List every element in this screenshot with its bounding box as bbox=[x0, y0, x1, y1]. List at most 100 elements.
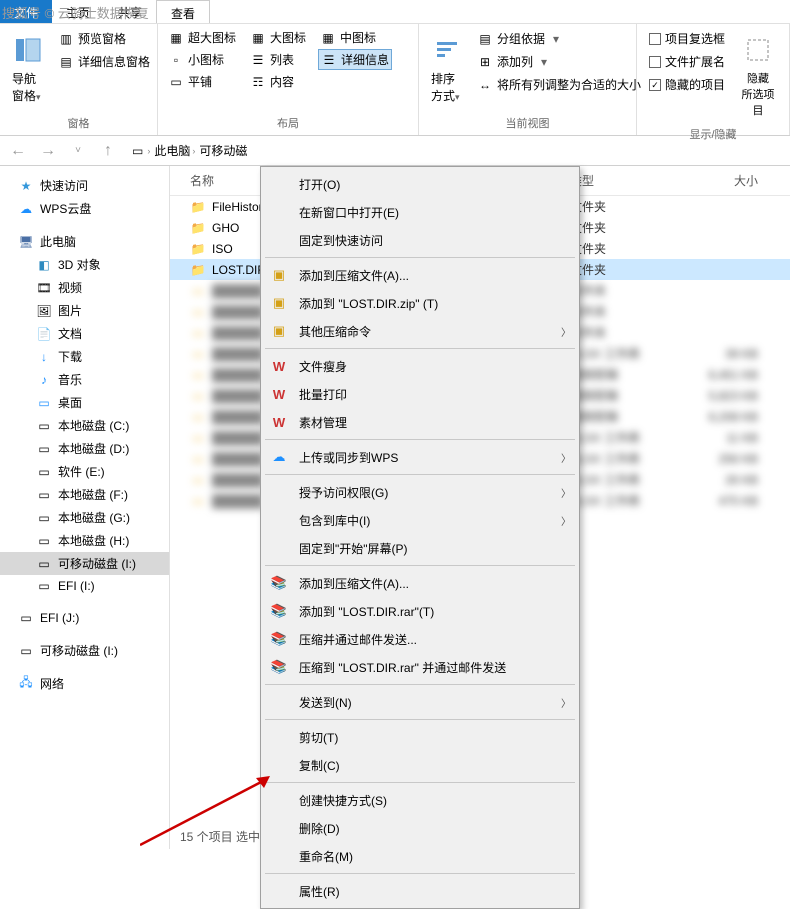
col-type[interactable]: 类型 bbox=[570, 172, 690, 189]
details-pane-icon: ▤ bbox=[58, 54, 74, 70]
cm-compress-mail[interactable]: 📚压缩并通过邮件发送... bbox=[263, 625, 577, 653]
sidebar-pictures[interactable]: 🖼图片 bbox=[0, 299, 169, 322]
cm-shortcut[interactable]: 创建快捷方式(S) bbox=[263, 786, 577, 814]
layout-details[interactable]: ☰详细信息 bbox=[318, 49, 392, 70]
sidebar-disk-d[interactable]: ▭本地磁盘 (D:) bbox=[0, 437, 169, 460]
sidebar-3d[interactable]: ◧3D 对象 bbox=[0, 253, 169, 276]
addr-thispc[interactable]: 此电脑› bbox=[154, 142, 195, 159]
sidebar-documents[interactable]: 📄文档 bbox=[0, 322, 169, 345]
item-checkbox-toggle[interactable]: 项目复选框 bbox=[645, 28, 729, 49]
file-type: 文件夹 bbox=[570, 324, 690, 341]
sidebar-disk-f[interactable]: ▭本地磁盘 (F:) bbox=[0, 483, 169, 506]
cm-file-slim[interactable]: W文件瘦身 bbox=[263, 352, 577, 380]
tab-file[interactable]: 文件 bbox=[0, 0, 52, 23]
file-type: 视频剪辑 bbox=[570, 408, 690, 425]
cm-upload-wps[interactable]: ☁上传或同步到WPS〉 bbox=[263, 443, 577, 471]
forward-button[interactable]: → bbox=[36, 139, 60, 163]
sidebar-desktop[interactable]: ▭桌面 bbox=[0, 391, 169, 414]
sidebar-removable-i2[interactable]: ▭可移动磁盘 (I:) bbox=[0, 639, 169, 662]
folder-icon: ▭ bbox=[190, 325, 206, 341]
layout-lg[interactable]: ▦大图标 bbox=[248, 28, 308, 47]
sidebar-wps[interactable]: ☁WPS云盘 bbox=[0, 197, 169, 220]
preview-pane-button[interactable]: ▥ 预览窗格 bbox=[54, 28, 154, 49]
preview-pane-icon: ▥ bbox=[58, 31, 74, 47]
sidebar-network[interactable]: 🖧网络 bbox=[0, 672, 169, 695]
sidebar-quick[interactable]: ★快速访问 bbox=[0, 174, 169, 197]
cm-include-lib[interactable]: 包含到库中(I)〉 bbox=[263, 506, 577, 534]
file-type: 文件夹 bbox=[570, 282, 690, 299]
file-type: XLSX 工作表 bbox=[570, 450, 690, 467]
hidden-items-toggle[interactable]: 隐藏的项目 bbox=[645, 74, 729, 95]
layout-content[interactable]: ☶内容 bbox=[248, 72, 308, 91]
music-icon: ♪ bbox=[36, 372, 52, 388]
cm-compress-rar-mail[interactable]: 📚压缩到 "LOST.DIR.rar" 并通过邮件发送 bbox=[263, 653, 577, 681]
sidebar-thispc[interactable]: 🖥此电脑 bbox=[0, 230, 169, 253]
cm-copy[interactable]: 复制(C) bbox=[263, 751, 577, 779]
back-button[interactable]: ← bbox=[6, 139, 30, 163]
cm-material-mgmt[interactable]: W素材管理 bbox=[263, 408, 577, 436]
cm-grant-access[interactable]: 授予访问权限(G)〉 bbox=[263, 478, 577, 506]
cm-pin-quick[interactable]: 固定到快速访问 bbox=[263, 226, 577, 254]
cm-cut[interactable]: 剪切(T) bbox=[263, 723, 577, 751]
addr-removable[interactable]: 可移动磁 bbox=[199, 142, 247, 159]
group-by-button[interactable]: ▤分组依据▾ bbox=[473, 28, 645, 49]
file-name: ██████ bbox=[212, 389, 263, 403]
sort-button[interactable]: 排序方式 bbox=[427, 28, 467, 110]
video-icon: 🎞 bbox=[36, 280, 52, 296]
cm-add-archive2[interactable]: 📚添加到压缩文件(A)... bbox=[263, 569, 577, 597]
drive-icon: ▭ bbox=[36, 510, 52, 526]
sidebar-music[interactable]: ♪音乐 bbox=[0, 368, 169, 391]
layout-md[interactable]: ▦中图标 bbox=[318, 28, 392, 47]
cm-open[interactable]: 打开(O) bbox=[263, 170, 577, 198]
cm-batch-print[interactable]: W批量打印 bbox=[263, 380, 577, 408]
sidebar-disk-g[interactable]: ▭本地磁盘 (G:) bbox=[0, 506, 169, 529]
cm-pin-start[interactable]: 固定到"开始"屏幕(P) bbox=[263, 534, 577, 562]
cm-other-zip[interactable]: ▣其他压缩命令〉 bbox=[263, 317, 577, 345]
tiles-icon: ▭ bbox=[168, 74, 184, 90]
fit-cols-button[interactable]: ↔将所有列调整为合适的大小 bbox=[473, 74, 645, 95]
chevron-right-icon: 〉 bbox=[561, 513, 571, 528]
sidebar-disk-h[interactable]: ▭本地磁盘 (H:) bbox=[0, 529, 169, 552]
cm-add-zip[interactable]: ▣添加到 "LOST.DIR.zip" (T) bbox=[263, 289, 577, 317]
lg-icon: ▦ bbox=[250, 30, 266, 46]
cm-send-to[interactable]: 发送到(N)〉 bbox=[263, 688, 577, 716]
col-size[interactable]: 大小 bbox=[690, 172, 770, 189]
file-ext-toggle[interactable]: 文件扩展名 bbox=[645, 51, 729, 72]
details-pane-button[interactable]: ▤ 详细信息窗格 bbox=[54, 51, 154, 72]
cm-properties[interactable]: 属性(R) bbox=[263, 877, 577, 905]
hide-sel-label: 隐藏 所选项目 bbox=[739, 70, 777, 118]
layout-sm[interactable]: ▫小图标 bbox=[166, 49, 238, 70]
up-button[interactable]: ↑ bbox=[96, 139, 120, 163]
tab-share[interactable]: 共享 bbox=[104, 0, 156, 23]
tab-home[interactable]: 主页 bbox=[52, 0, 104, 23]
cm-open-new[interactable]: 在新窗口中打开(E) bbox=[263, 198, 577, 226]
sidebar-efi-j[interactable]: ▭EFI (J:) bbox=[0, 607, 169, 629]
recent-dropdown[interactable]: ˅ bbox=[66, 139, 90, 163]
sidebar-downloads[interactable]: ↓下载 bbox=[0, 345, 169, 368]
sidebar-efi-i[interactable]: ▭EFI (I:) bbox=[0, 575, 169, 597]
file-name: ██████ bbox=[212, 368, 263, 382]
cm-rename[interactable]: 重命名(M) bbox=[263, 842, 577, 870]
sidebar-videos[interactable]: 🎞视频 bbox=[0, 276, 169, 299]
sidebar-disk-c[interactable]: ▭本地磁盘 (C:) bbox=[0, 414, 169, 437]
sidebar-removable-i[interactable]: ▭可移动磁盘 (I:) bbox=[0, 552, 169, 575]
cm-add-rar[interactable]: 📚添加到 "LOST.DIR.rar"(T) bbox=[263, 597, 577, 625]
sidebar-disk-e[interactable]: ▭软件 (E:) bbox=[0, 460, 169, 483]
currentview-group-label: 当前视图 bbox=[427, 113, 628, 131]
cm-add-archive[interactable]: ▣添加到压缩文件(A)... bbox=[263, 261, 577, 289]
file-size: 475 KB bbox=[690, 494, 770, 508]
layout-xl[interactable]: ▦超大图标 bbox=[166, 28, 238, 47]
rar-icon: 📚 bbox=[269, 630, 289, 648]
drive-icon: ▭ bbox=[18, 610, 34, 626]
cm-delete[interactable]: 删除(D) bbox=[263, 814, 577, 842]
showhide-group-label: 显示/隐藏 bbox=[645, 124, 781, 142]
nav-pane-button[interactable]: 导航窗格 bbox=[8, 28, 48, 110]
address-bar[interactable]: ▭ › 此电脑› 可移动磁 bbox=[126, 142, 247, 159]
drive-icon: ▭ bbox=[36, 441, 52, 457]
layout-list[interactable]: ☰列表 bbox=[248, 49, 308, 70]
drive-icon: ▭ bbox=[36, 533, 52, 549]
hide-selected-button[interactable]: 隐藏 所选项目 bbox=[735, 28, 781, 124]
layout-tiles[interactable]: ▭平铺 bbox=[166, 72, 238, 91]
add-cols-button[interactable]: ⊞添加列▾ bbox=[473, 51, 645, 72]
tab-view[interactable]: 查看 bbox=[156, 0, 210, 23]
